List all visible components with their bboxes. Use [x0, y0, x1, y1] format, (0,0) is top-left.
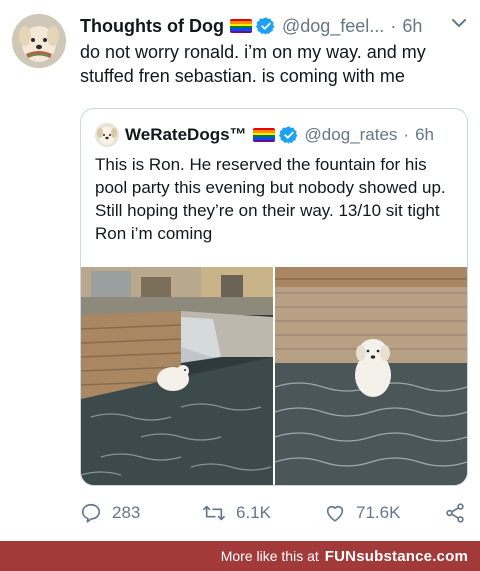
tweet-actions: 283 6.1K 71.6K: [80, 502, 470, 526]
banner-text: More like this at: [220, 548, 319, 564]
tweet-time[interactable]: 6h: [402, 16, 422, 37]
share-icon: [446, 503, 464, 523]
retweet-button[interactable]: 6.1K: [202, 502, 271, 524]
quoted-author-handle[interactable]: @dog_rates: [305, 125, 398, 145]
dog-in-fountain-closeup-image: [275, 267, 467, 485]
source-banner[interactable]: More like this at FUNsubstance.com: [0, 541, 480, 571]
separator-dot: ·: [403, 125, 410, 144]
verified-badge-icon: [278, 126, 297, 144]
dog-avatar-image: [12, 14, 66, 68]
author-avatar[interactable]: [12, 14, 66, 68]
verified-badge-icon: [255, 17, 275, 35]
dog-in-fountain-image: [81, 267, 273, 485]
pride-flag-icon: [252, 128, 275, 142]
reply-icon: [81, 503, 101, 523]
quoted-tweet-header: WeRateDogs™ @dog_rates · 6h: [125, 123, 434, 147]
tweet: Thoughts of Dog @dog_feel... · 6h do not…: [0, 0, 480, 540]
quoted-author-name[interactable]: WeRateDogs™: [125, 125, 247, 145]
quoted-tweet-time[interactable]: 6h: [415, 125, 434, 145]
tweet-text: do not worry ronald. i’m on my way. and …: [80, 42, 426, 86]
fountain-photo-left[interactable]: [81, 267, 273, 485]
pride-flag-icon: [229, 19, 252, 33]
share-button[interactable]: [444, 502, 476, 524]
like-icon: [326, 505, 344, 522]
retweet-count: 6.1K: [236, 503, 271, 522]
reply-button[interactable]: 283: [80, 502, 140, 524]
quoted-tweet-media: [81, 267, 467, 485]
like-count: 71.6K: [356, 503, 401, 522]
author-handle[interactable]: @dog_feel...: [282, 16, 384, 37]
banner-brand: FUNsubstance.com: [324, 547, 468, 565]
quoted-author-avatar[interactable]: [95, 123, 119, 147]
dog-avatar-image: [95, 123, 119, 147]
quoted-tweet[interactable]: WeRateDogs™ @dog_rates · 6h This is Ron.…: [80, 108, 468, 486]
tweet-header: Thoughts of Dog @dog_feel... · 6h: [80, 14, 468, 38]
separator-dot: ·: [390, 15, 397, 36]
retweet-icon: [203, 505, 225, 521]
fountain-photo-right[interactable]: [275, 267, 467, 485]
quoted-tweet-text: This is Ron. He reserved the fountain fo…: [95, 155, 446, 243]
like-button[interactable]: 71.6K: [324, 502, 400, 524]
chevron-down-icon[interactable]: [452, 18, 466, 28]
author-name[interactable]: Thoughts of Dog: [80, 16, 224, 37]
reply-count: 283: [112, 503, 141, 522]
